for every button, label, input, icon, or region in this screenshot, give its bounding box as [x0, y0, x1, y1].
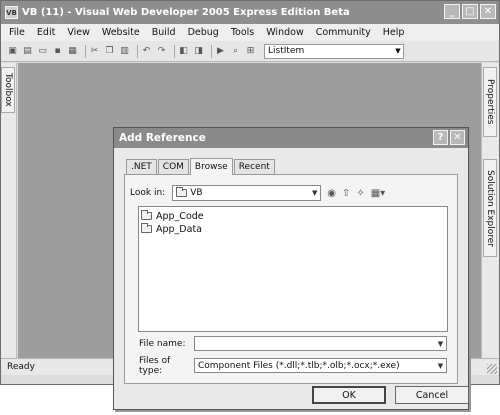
dialog-footer: OK Cancel [312, 386, 469, 404]
help-icon[interactable]: ? [433, 130, 448, 145]
undo-icon[interactable]: ↶ [141, 46, 152, 57]
file-name-field[interactable]: ▼ [194, 336, 447, 351]
chevron-down-icon[interactable]: ▼ [435, 359, 446, 373]
app-icon: VB [5, 6, 18, 19]
tab-net[interactable]: .NET [126, 159, 157, 174]
menu-help[interactable]: Help [377, 27, 411, 38]
look-in-label: Look in: [130, 188, 166, 198]
new-project-icon[interactable]: ▣ [7, 46, 18, 57]
menu-build[interactable]: Build [146, 27, 182, 38]
right-dock: Properties Solution Explorer [481, 63, 499, 358]
menu-window[interactable]: Window [260, 27, 309, 38]
file-item-label: App_Code [156, 210, 204, 222]
add-item-icon[interactable]: ▤ [22, 46, 33, 57]
find-combo-value: ListItem [268, 46, 305, 56]
add-reference-dialog: Add Reference ? ✕ .NET COM Browse Recent… [113, 127, 469, 410]
look-in-row: Look in: VB ▼ ◉ ⇧ ✧ ▦▾ [130, 184, 450, 202]
toolbox-tab-label: Toolbox [3, 73, 13, 107]
up-folder-icon[interactable]: ⇧ [342, 188, 350, 199]
file-list[interactable]: App_Code App_Data [138, 206, 448, 332]
folder-icon [176, 187, 188, 197]
solution-explorer-tab-label: Solution Explorer [485, 169, 495, 247]
standard-toolbar: ▣ ▤ ▭ ▪ ▦ ✂ ❐ ▥ ↶ ↷ ◧ ◨ ▶ ⌕ ⊞ ListItem ▼ [1, 41, 499, 62]
menu-view[interactable]: View [61, 27, 96, 38]
ok-button[interactable]: OK [312, 386, 386, 404]
chevron-down-icon[interactable]: ▼ [393, 45, 403, 58]
navigate-back-icon[interactable]: ◧ [178, 46, 189, 57]
menu-file[interactable]: File [3, 27, 31, 38]
list-item[interactable]: App_Data [141, 223, 445, 235]
close-icon[interactable]: ✕ [480, 4, 496, 19]
folder-icon [141, 210, 152, 220]
files-of-type-select[interactable]: Component Files (*.dll;*.tlb;*.olb;*.ocx… [194, 358, 447, 373]
maximize-icon[interactable]: □ [462, 4, 478, 19]
file-name-label: File name: [139, 338, 186, 349]
toolbar-separator [174, 44, 175, 58]
views-icon[interactable]: ▦▾ [371, 188, 385, 199]
cancel-button[interactable]: Cancel [395, 386, 469, 404]
toolbar-separator [137, 44, 138, 58]
menu-bar: File Edit View Website Build Debug Tools… [1, 24, 499, 41]
dialog-title-bar[interactable]: Add Reference [114, 128, 468, 148]
window-title: VB (11) - Visual Web Developer 2005 Expr… [22, 7, 350, 18]
file-name-row: File name: ▼ [139, 335, 447, 352]
dialog-tabs: .NET COM Browse Recent [126, 157, 276, 175]
new-folder-icon[interactable]: ✧ [356, 188, 364, 199]
toolbar-separator [85, 44, 86, 58]
save-icon[interactable]: ▪ [52, 46, 63, 57]
dialog-title: Add Reference [119, 132, 206, 144]
resize-grip-icon[interactable] [487, 364, 497, 374]
file-item-label: App_Data [156, 223, 202, 235]
tab-recent[interactable]: Recent [233, 159, 275, 174]
files-of-type-row: Files of type: Component Files (*.dll;*.… [139, 355, 447, 376]
left-dock: Toolbox [1, 63, 17, 358]
paste-icon[interactable]: ▥ [119, 46, 130, 57]
menu-website[interactable]: Website [96, 27, 146, 38]
look-in-combo[interactable]: VB ▼ [172, 185, 322, 201]
toolbox-tab[interactable]: Toolbox [1, 67, 15, 113]
minimize-icon[interactable]: _ [444, 4, 460, 19]
chevron-down-icon[interactable]: ▼ [435, 337, 446, 351]
find-combo[interactable]: ListItem ▼ [264, 43, 404, 59]
files-of-type-value: Component Files (*.dll;*.tlb;*.olb;*.ocx… [198, 360, 400, 371]
folder-icon [141, 223, 152, 233]
cut-icon[interactable]: ✂ [89, 46, 100, 57]
chevron-down-icon[interactable]: ▼ [309, 186, 320, 200]
menu-tools[interactable]: Tools [225, 27, 260, 38]
menu-debug[interactable]: Debug [182, 27, 225, 38]
copy-icon[interactable]: ❐ [104, 46, 115, 57]
run-icon[interactable]: ▶ [215, 46, 226, 57]
tab-com[interactable]: COM [157, 159, 189, 174]
find-icon[interactable]: ⌕ [230, 46, 241, 57]
redo-icon[interactable]: ↷ [156, 46, 167, 57]
find-in-files-icon[interactable]: ⊞ [245, 46, 256, 57]
close-icon[interactable]: ✕ [450, 130, 465, 145]
save-all-icon[interactable]: ▦ [67, 46, 78, 57]
tab-browse[interactable]: Browse [189, 158, 233, 175]
navigate-forward-icon[interactable]: ◨ [193, 46, 204, 57]
files-of-type-label: Files of type: [139, 355, 171, 376]
toolbar-separator [211, 44, 212, 58]
look-in-value: VB [190, 188, 203, 198]
back-icon[interactable]: ◉ [327, 188, 336, 199]
solution-explorer-tab[interactable]: Solution Explorer [483, 159, 497, 257]
properties-tab[interactable]: Properties [483, 67, 497, 137]
list-item[interactable]: App_Code [141, 210, 445, 222]
menu-community[interactable]: Community [310, 27, 377, 38]
menu-edit[interactable]: Edit [31, 27, 61, 38]
open-icon[interactable]: ▭ [37, 46, 48, 57]
title-bar[interactable]: VB VB (11) - Visual Web Developer 2005 E… [1, 1, 499, 24]
status-text: Ready [7, 362, 35, 372]
properties-tab-label: Properties [485, 79, 495, 125]
